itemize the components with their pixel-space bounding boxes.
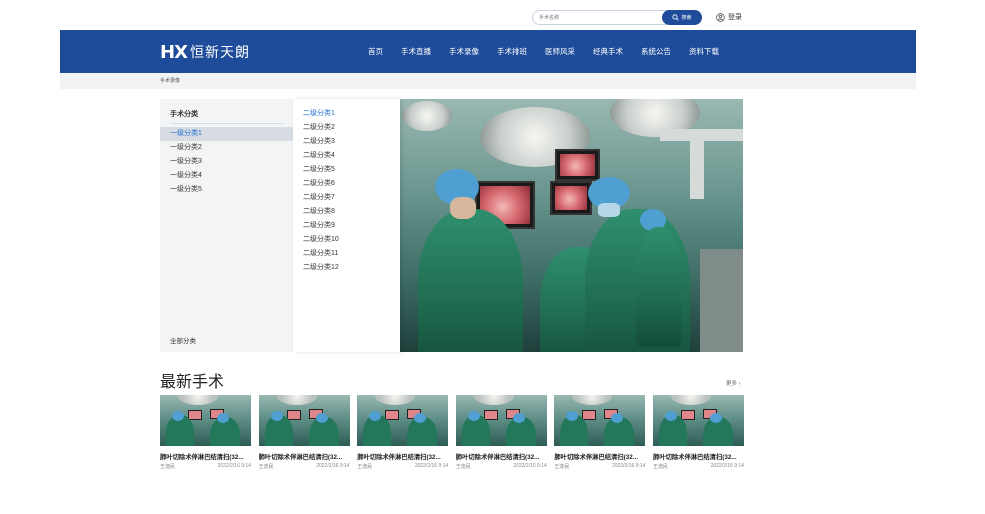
surgery-card[interactable]: 肺叶切除术伴淋巴结清扫(32... 王逸民 2022/2/16 9:14: [455, 395, 547, 470]
surgery-card-author: 王逸民: [652, 464, 668, 470]
surgery-thumbnail: [652, 395, 744, 446]
logo-text: 恒新天朗: [189, 44, 250, 60]
surgery-card-meta: 王逸民 2022/2/16 9:14: [456, 463, 547, 470]
surgeon-left: [418, 209, 523, 352]
subcategory-panel: 二级分类1 二级分类2 二级分类3 二级分类4 二级分类5 二级分类6 二级分类…: [293, 99, 400, 352]
surgery-card-title: 肺叶切除术伴淋巴结清扫(32...: [455, 454, 540, 461]
surgery-card-date: 2022/2/16 9:14: [612, 463, 646, 469]
surgery-card[interactable]: 肺叶切除术伴淋巴结清扫(32... 王逸民 2022/2/16 9:14: [652, 395, 744, 470]
surgical-monitor-2: [555, 149, 600, 181]
subcategory-item-9[interactable]: 二级分类9: [303, 219, 339, 233]
nav-schedule[interactable]: 手术排班: [497, 46, 527, 57]
surgery-card-author: 王逸民: [554, 464, 570, 470]
nav-recordings[interactable]: 手术录像: [449, 46, 479, 57]
search-button-label: 搜索: [681, 15, 692, 21]
surgery-card-meta: 王逸民 2022/2/16 9:14: [259, 463, 350, 470]
login-label: 登录: [728, 14, 742, 21]
surgery-thumbnail: [357, 395, 449, 446]
nav-doctors[interactable]: 医师风采: [545, 46, 575, 57]
surgery-card[interactable]: 肺叶切除术伴淋巴结清扫(32... 王逸民 2022/2/16 9:14: [554, 395, 646, 470]
subcategory-item-1[interactable]: 二级分类1: [303, 107, 339, 121]
subcategory-item-7[interactable]: 二级分类7: [303, 191, 339, 205]
surgery-card-date: 2022/2/16 9:14: [513, 463, 547, 469]
breadcrumb-current: 手术录像: [160, 78, 181, 84]
surgery-card-title: 肺叶切除术伴淋巴结清扫(32...: [554, 454, 638, 461]
category-item-4[interactable]: 一级分类4: [160, 169, 293, 183]
breadcrumb: 手术录像: [60, 73, 916, 89]
category-list: 一级分类1 一级分类2 一级分类3 一级分类4 一级分类5: [160, 127, 293, 197]
nav-notices[interactable]: 系统公告: [641, 46, 671, 57]
surgery-card-title: 肺叶切除术伴淋巴结清扫(32...: [652, 454, 737, 461]
subcategory-item-4[interactable]: 二级分类4: [303, 149, 339, 163]
surgery-card-author: 王逸民: [160, 464, 176, 470]
equipment-cart: [700, 249, 743, 352]
category-panel: 手术分类 一级分类1 一级分类2 一级分类3 一级分类4 一级分类5 全部分类: [160, 99, 293, 352]
subcategory-item-8[interactable]: 二级分类8: [303, 205, 339, 219]
surgery-card-author: 王逸民: [258, 464, 274, 470]
category-item-2[interactable]: 一级分类2: [160, 141, 293, 155]
surgery-card-title: 肺叶切除术伴淋巴结清扫(32...: [357, 454, 441, 461]
surgeon-right-mask: [598, 203, 620, 217]
subcategory-item-10[interactable]: 二级分类10: [303, 233, 339, 247]
category-item-1[interactable]: 一级分类1: [160, 127, 293, 141]
site-logo[interactable]: HX 恒新天朗: [160, 40, 250, 64]
surgical-lamp-3: [402, 101, 452, 131]
all-categories-link[interactable]: 全部分类: [170, 335, 196, 345]
search-input[interactable]: [539, 12, 659, 23]
surgery-card[interactable]: 肺叶切除术伴淋巴结清扫(32... 王逸民 2022/2/16 9:14: [160, 395, 251, 470]
surgery-card-date: 2022/2/16 9:14: [710, 463, 744, 469]
surgery-card-meta: 王逸民 2022/2/16 9:14: [160, 463, 251, 470]
surgery-card-title: 肺叶切除术伴淋巴结清扫(32...: [160, 454, 244, 461]
equipment-arm-2: [690, 139, 704, 199]
subcategory-list: 二级分类1 二级分类2 二级分类3 二级分类4 二级分类5 二级分类6 二级分类…: [303, 107, 339, 275]
search-button[interactable]: 搜索: [662, 10, 702, 25]
search-box: 搜索: [532, 10, 702, 25]
nav-classic[interactable]: 经典手术: [593, 46, 623, 57]
surgery-card-title: 肺叶切除术伴淋巴结清扫(32...: [258, 454, 343, 461]
surgery-card-author: 王逸民: [455, 464, 471, 470]
more-link[interactable]: 更多 ›: [726, 379, 740, 387]
surgery-card-date: 2022/2/16 9:14: [414, 463, 449, 469]
subcategory-item-5[interactable]: 二级分类5: [303, 163, 339, 177]
surgery-card[interactable]: 肺叶切除术伴淋巴结清扫(32... 王逸民 2022/2/16 9:14: [258, 395, 350, 470]
surgery-card-meta: 王逸民 2022/2/16 9:14: [653, 463, 744, 470]
category-item-3[interactable]: 一级分类3: [160, 155, 293, 169]
category-item-5[interactable]: 一级分类5: [160, 183, 293, 197]
surgery-thumbnail: [554, 395, 646, 446]
main-header: HX 恒新天朗 首页 手术直播 手术录像 手术排班 医师风采 经典手术 系统公告…: [60, 30, 916, 73]
surgery-card-date: 2022/2/16 9:14: [316, 463, 350, 469]
surgery-card-date: 2022/2/16 9:14: [217, 463, 251, 469]
category-divider: [170, 123, 283, 124]
surgical-monitor-3: [550, 181, 592, 215]
hero-surgery-image[interactable]: [400, 99, 743, 352]
surgery-card-meta: 王逸民 2022/2/16 9:14: [554, 463, 645, 470]
subcategory-item-6[interactable]: 二级分类6: [303, 177, 339, 191]
surgery-card-author: 王逸民: [357, 464, 373, 470]
nav-home[interactable]: 首页: [368, 46, 383, 57]
surgery-card[interactable]: 肺叶切除术伴淋巴结清扫(32... 王逸民 2022/2/16 9:14: [357, 395, 449, 470]
assistant: [636, 227, 682, 347]
nav-downloads[interactable]: 资料下载: [689, 46, 719, 57]
latest-card-list: 肺叶切除术伴淋巴结清扫(32... 王逸民 2022/2/16 9:14 肺叶切除…: [160, 395, 744, 470]
nav-live[interactable]: 手术直播: [401, 46, 431, 57]
search-icon: [672, 14, 680, 21]
login-link[interactable]: 登录: [716, 12, 742, 22]
surgeon-left-face: [450, 197, 476, 219]
subcategory-item-2[interactable]: 二级分类2: [303, 121, 339, 135]
latest-section-title: 最新手术: [160, 374, 225, 391]
user-icon: [716, 12, 725, 22]
surgery-card-meta: 王逸民 2022/2/16 9:14: [357, 463, 448, 470]
main-nav: 首页 手术直播 手术录像 手术排班 医师风采 经典手术 系统公告 资料下载: [368, 30, 737, 73]
subcategory-item-3[interactable]: 二级分类3: [303, 135, 339, 149]
surgery-thumbnail: [258, 395, 350, 446]
logo-mark: HX: [160, 41, 188, 63]
category-title: 手术分类: [170, 111, 198, 118]
surgery-thumbnail: [455, 395, 547, 446]
subcategory-item-12[interactable]: 二级分类12: [303, 261, 339, 275]
top-utility-bar: 搜索 登录: [0, 0, 985, 30]
surgery-thumbnail: [160, 395, 251, 446]
subcategory-item-11[interactable]: 二级分类11: [303, 247, 339, 261]
